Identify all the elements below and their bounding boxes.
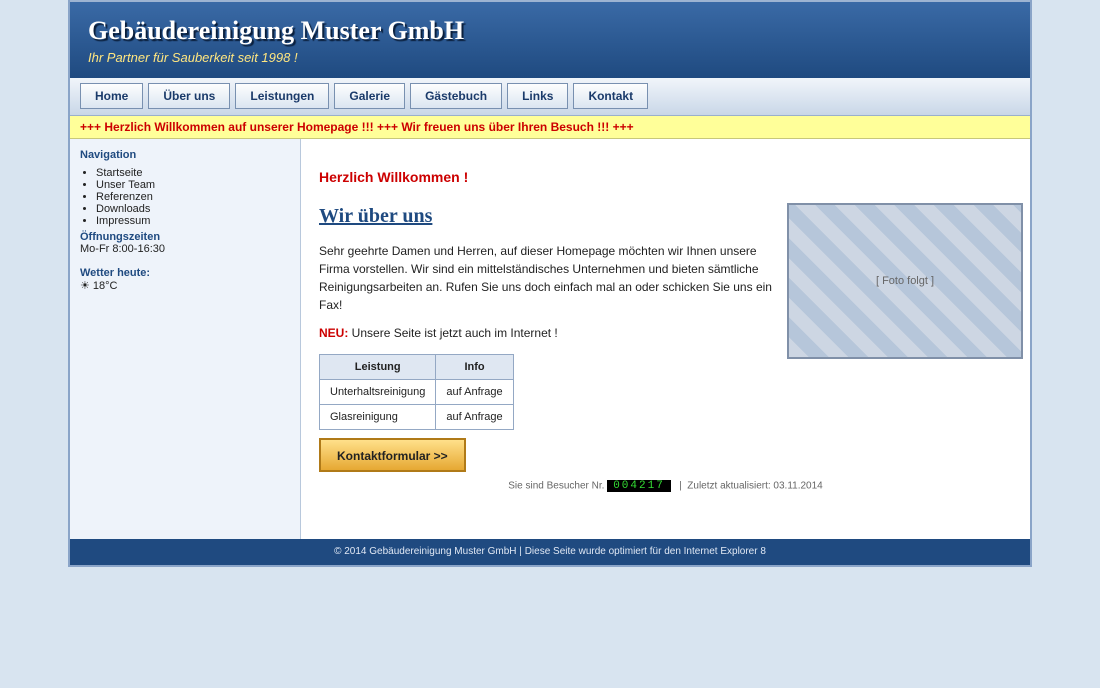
nav-button-galerie[interactable]: Galerie bbox=[334, 83, 406, 109]
nav-button-kontakt[interactable]: Kontakt bbox=[573, 83, 649, 109]
site-footer: © 2014 Gebäudereinigung Muster GmbH | Di… bbox=[70, 539, 1030, 565]
table-cell: auf Anfrage bbox=[435, 404, 514, 430]
site-header: Gebäudereinigung Muster GmbH Ihr Partner… bbox=[70, 0, 1030, 78]
nav-button-home[interactable]: Home bbox=[80, 83, 144, 109]
table-header-row: Leistung Info bbox=[318, 354, 514, 380]
contact-form-button[interactable]: Kontaktformular >> bbox=[319, 438, 466, 472]
page-container: Gebäudereinigung Muster GmbH Ihr Partner… bbox=[68, 0, 1032, 567]
counter-prefix: Sie sind Besucher Nr. bbox=[508, 480, 605, 492]
nav-button-leistungen[interactable]: Leistungen bbox=[235, 83, 330, 109]
site-title: Gebäudereinigung Muster GmbH bbox=[88, 16, 465, 45]
news-tag: NEU: bbox=[319, 326, 349, 340]
table-cell: auf Anfrage bbox=[435, 379, 514, 405]
weather-heading: Wetter heute: bbox=[80, 267, 151, 279]
sidebar-item-unser-team[interactable]: Unser Team bbox=[96, 179, 290, 191]
sidebar: Navigation Startseite Unser Team Referen… bbox=[70, 139, 301, 539]
visitor-counter: 004217 bbox=[607, 480, 671, 492]
sidebar-item-referenzen[interactable]: Referenzen bbox=[96, 191, 290, 203]
photo-placeholder: [ Foto folgt ] bbox=[787, 203, 1023, 359]
table-header-info: Info bbox=[435, 354, 514, 380]
table-row: Unterhaltsreinigung auf Anfrage bbox=[318, 379, 514, 405]
sidebar-nav-heading: Navigation bbox=[80, 149, 137, 161]
nav-button-gaestebuch[interactable]: Gästebuch bbox=[410, 83, 503, 109]
opening-hours-value: Mo-Fr 8:00-16:30 bbox=[80, 243, 165, 255]
visitor-counter-line: Sie sind Besucher Nr. 004217 | Zuletzt a… bbox=[319, 480, 1012, 510]
body-area: Navigation Startseite Unser Team Referen… bbox=[70, 139, 1030, 539]
table-cell: Unterhaltsreinigung bbox=[318, 379, 437, 405]
welcome-ticker: +++ Herzlich Willkommen auf unserer Home… bbox=[70, 116, 1030, 139]
nav-button-links[interactable]: Links bbox=[507, 83, 569, 109]
main-content: Herzlich Willkommen ! Wir über uns Sehr … bbox=[301, 139, 1030, 539]
welcome-heading: Herzlich Willkommen ! bbox=[319, 169, 469, 185]
news-text: Unsere Seite ist jetzt auch im Internet … bbox=[348, 326, 558, 340]
intro-paragraph: Sehr geehrte Damen und Herren, auf diese… bbox=[319, 244, 772, 312]
last-updated: | Zuletzt aktualisiert: 03.11.2014 bbox=[673, 480, 823, 492]
sidebar-item-startseite[interactable]: Startseite bbox=[96, 167, 290, 179]
table-row: Glasreinigung auf Anfrage bbox=[318, 404, 514, 430]
sidebar-item-downloads[interactable]: Downloads bbox=[96, 203, 290, 215]
main-navigation: Home Über uns Leistungen Galerie Gästebu… bbox=[70, 78, 1030, 116]
site-slogan: Ihr Partner für Sauberkeit seit 1998 ! bbox=[88, 50, 298, 65]
opening-hours-heading: Öffnungszeiten bbox=[80, 231, 161, 243]
table-header-leistung: Leistung bbox=[318, 354, 437, 380]
sidebar-nav-list: Startseite Unser Team Referenzen Downloa… bbox=[80, 167, 290, 227]
nav-button-ueber-uns[interactable]: Über uns bbox=[148, 83, 231, 109]
weather-value: ☀ 18°C bbox=[80, 280, 118, 292]
photo-placeholder-label: [ Foto folgt ] bbox=[875, 275, 935, 287]
services-table: Leistung Info Unterhaltsreinigung auf An… bbox=[318, 354, 514, 430]
table-cell: Glasreinigung bbox=[318, 404, 437, 430]
sidebar-item-impressum[interactable]: Impressum bbox=[96, 215, 290, 227]
